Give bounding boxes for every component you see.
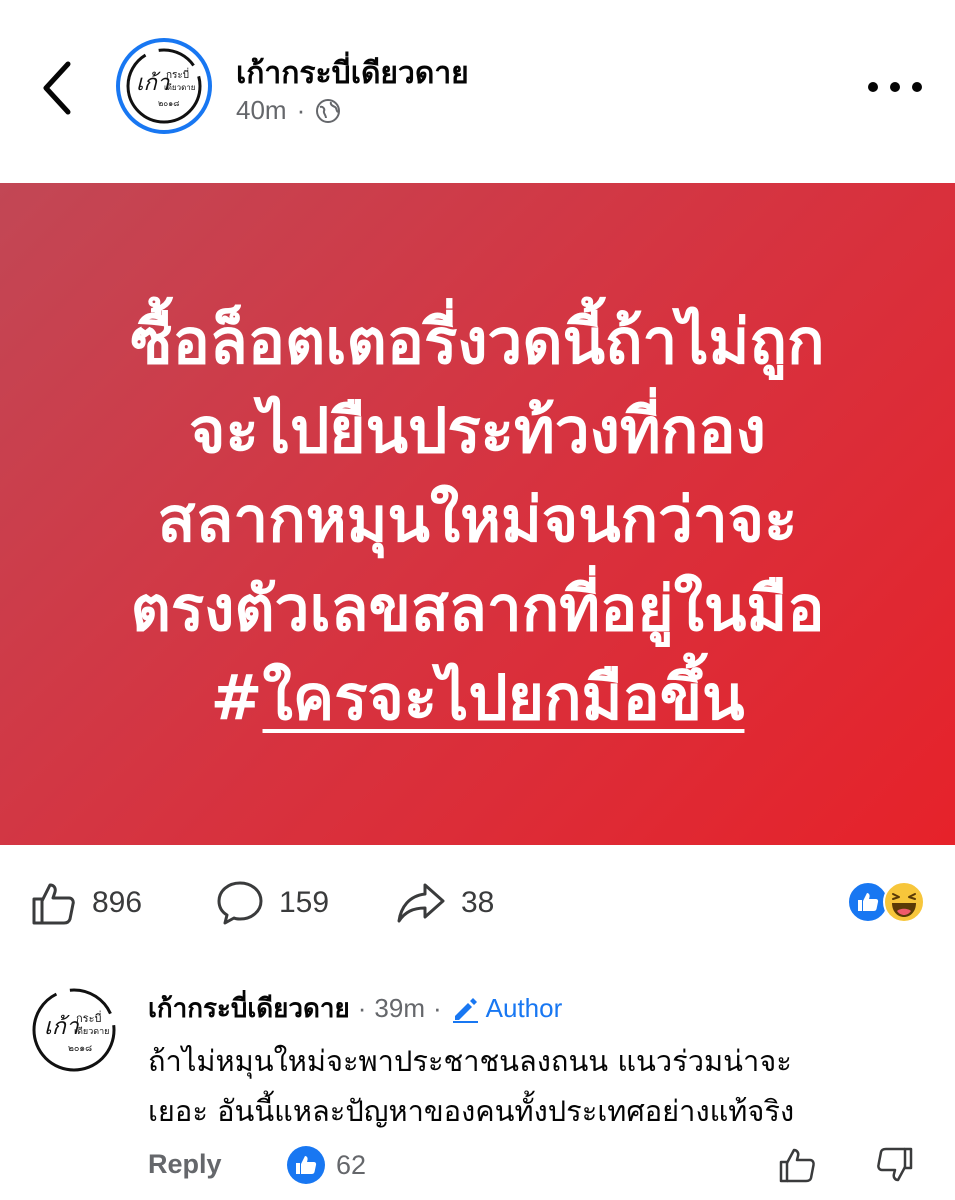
comment-reactions[interactable]: 62 <box>286 1145 366 1185</box>
comment-button[interactable]: 159 <box>215 879 329 927</box>
comment-line-2: เยอะ อันนี้แหละปัญหาของคนทั้งประเทศอย่าง… <box>148 1094 795 1128</box>
like-button[interactable]: 896 <box>30 879 142 927</box>
comment-separator: · <box>432 993 442 1023</box>
post-hashtag-line: #ใครจะไปยกมือขึ้น <box>130 653 824 742</box>
comment-like-button[interactable] <box>778 1145 818 1190</box>
comment-author-name[interactable]: เก้ากระบี่เดียวดาย <box>148 988 350 1029</box>
hashtag-link[interactable]: ใครจะไปยกมือขึ้น <box>263 661 745 734</box>
post-line-4: ตรงตัวเลขสลากที่อยู่ในมือ <box>130 571 825 645</box>
thumbs-up-icon <box>32 883 75 925</box>
comment-body: ถ้าไม่หมุนใหม่จะพาประชาชนลงถนน แนวร่วมน่… <box>148 1036 938 1136</box>
page-avatar[interactable]: เก้า กระบี่ เดียวดาย ๒๐๑๘ <box>116 38 212 134</box>
share-arrow-icon <box>397 883 445 923</box>
hashtag-symbol: # <box>210 660 263 734</box>
post-time[interactable]: 40m <box>236 95 287 126</box>
share-count: 38 <box>461 886 495 919</box>
post-line-1: ซื้อล็อตเตอรี่งวดนี้ถ้าไม่ถูก <box>130 304 825 378</box>
svg-text:กระบี่: กระบี่ <box>166 67 189 81</box>
comment-separator: · <box>357 993 367 1023</box>
like-reaction-icon <box>287 1146 325 1184</box>
comment-item: เก้า กระบี่ เดียวดาย ๒๐๑๘ เก้ากระบี่เดีย… <box>0 970 955 1200</box>
author-badge-label: Author <box>485 993 563 1023</box>
comment-avatar[interactable]: เก้า กระบี่ เดียวดาย ๒๐๑๘ <box>28 984 120 1076</box>
post-line-2: จะไปยืนประท้วงที่กอง <box>189 393 766 467</box>
page-logo-icon: เก้า กระบี่ เดียวดาย ๒๐๑๘ <box>126 48 202 124</box>
globe-icon <box>316 98 341 123</box>
svg-text:เดียวดาย: เดียวดาย <box>164 83 195 92</box>
comment-time: 39m <box>374 993 425 1023</box>
comment-line-1: ถ้าไม่หมุนใหม่จะพาประชาชนลงถนน แนวร่วมน่… <box>148 1044 792 1078</box>
svg-text:๒๐๑๘: ๒๐๑๘ <box>68 1044 92 1054</box>
svg-text:กระบี่: กระบี่ <box>76 1010 101 1025</box>
comment-footer: Reply 62 <box>148 1145 928 1189</box>
pencil-icon <box>452 997 478 1023</box>
page-logo-icon: เก้า กระบี่ เดียวดาย ๒๐๑๘ <box>32 988 116 1072</box>
thumbs-down-icon <box>877 1147 913 1182</box>
reply-button[interactable]: Reply <box>148 1149 222 1180</box>
like-reaction-icon <box>847 881 889 923</box>
post-text: ซื้อล็อตเตอรี่งวดนี้ถ้าไม่ถูก จะไปยืนประ… <box>130 287 824 742</box>
post-header: เก้า กระบี่ เดียวดาย ๒๐๑๘ เก้ากระบี่เดีย… <box>0 0 955 170</box>
comment-count: 159 <box>279 886 330 919</box>
post-action-bar: 896 159 38 <box>0 865 955 935</box>
more-options-icon[interactable] <box>868 72 922 102</box>
like-count: 896 <box>92 886 143 919</box>
svg-text:เดียวดาย: เดียวดาย <box>74 1026 109 1037</box>
share-button[interactable]: 38 <box>395 879 494 927</box>
comment-dislike-button[interactable] <box>874 1145 914 1190</box>
comment-like-count: 62 <box>336 1149 367 1180</box>
comment-header: เก้ากระบี่เดียวดาย · 39m · Author <box>148 988 562 1029</box>
reaction-summary[interactable] <box>846 880 928 924</box>
back-icon[interactable] <box>38 58 78 118</box>
post-line-3: สลากหมุนใหม่จนกว่าจะ <box>157 482 798 556</box>
author-badge: Author <box>450 993 563 1024</box>
post-meta: 40m · <box>236 95 341 126</box>
comment-bubble-icon <box>217 881 263 925</box>
thumbs-up-icon <box>779 1148 815 1183</box>
post-text-background: ซื้อล็อตเตอรี่งวดนี้ถ้าไม่ถูก จะไปยืนประ… <box>0 183 955 845</box>
meta-separator: · <box>296 95 306 125</box>
page-name[interactable]: เก้ากระบี่เดียวดาย <box>236 50 469 97</box>
haha-reaction-icon <box>883 881 925 923</box>
avatar-logo-year: ๒๐๑๘ <box>158 99 179 108</box>
